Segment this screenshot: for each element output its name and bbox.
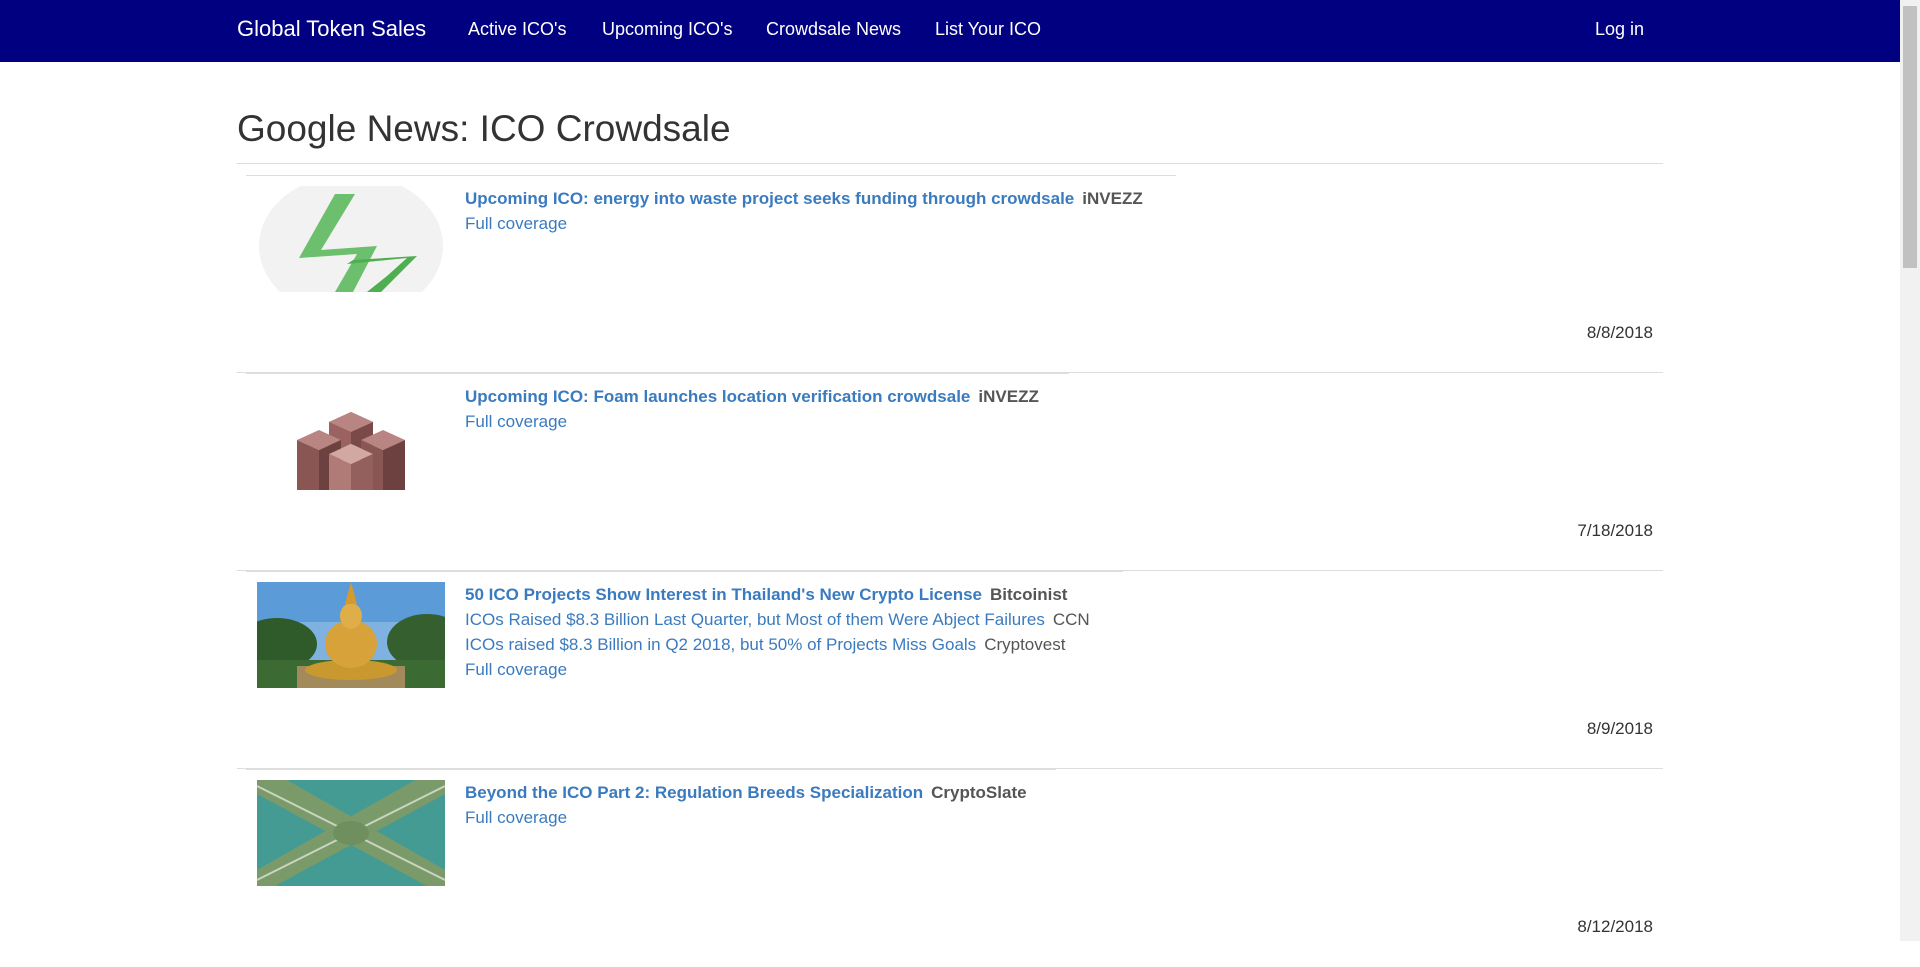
news-text: Beyond the ICO Part 2: Regulation Breeds… [465, 780, 1027, 830]
headline-link[interactable]: Upcoming ICO: energy into waste project … [465, 189, 1074, 208]
page-title: Google News: ICO Crowdsale [237, 108, 731, 149]
news-item: Upcoming ICO: Foam launches location ver… [237, 373, 1663, 571]
card-top-border [246, 571, 1123, 572]
login-link[interactable]: Log in [1595, 19, 1644, 40]
vertical-scrollbar[interactable] [1900, 0, 1920, 941]
scrollbar-thumb[interactable] [1903, 6, 1917, 268]
news-text: Upcoming ICO: energy into waste project … [465, 186, 1143, 236]
headline-link[interactable]: 50 ICO Projects Show Interest in Thailan… [465, 585, 982, 604]
news-thumbnail-copper-cubes[interactable] [257, 384, 445, 490]
nav-upcoming-icos[interactable]: Upcoming ICO's [602, 19, 732, 40]
news-text: Upcoming ICO: Foam launches location ver… [465, 384, 1039, 434]
source-label: Bitcoinist [990, 585, 1068, 604]
title-divider [237, 163, 1663, 164]
full-coverage-link[interactable]: Full coverage [465, 412, 567, 431]
nav-active-icos[interactable]: Active ICO's [468, 19, 566, 40]
full-coverage-link[interactable]: Full coverage [465, 808, 567, 827]
news-item: 50 ICO Projects Show Interest in Thailan… [237, 571, 1663, 769]
news-thumbnail-highway-interchange[interactable] [257, 780, 445, 886]
headline-link[interactable]: Beyond the ICO Part 2: Regulation Breeds… [465, 783, 923, 802]
news-date: 8/8/2018 [1586, 323, 1653, 342]
top-navbar: Global Token Sales Active ICO's Upcoming… [0, 0, 1900, 62]
news-text: 50 ICO Projects Show Interest in Thailan… [465, 582, 1090, 682]
card-top-border [246, 175, 1176, 176]
source-label: iNVEZZ [978, 387, 1039, 406]
news-item: Beyond the ICO Part 2: Regulation Breeds… [237, 769, 1663, 967]
source-label: iNVEZZ [1082, 189, 1143, 208]
full-coverage-link[interactable]: Full coverage [465, 214, 567, 233]
news-date: 7/18/2018 [1577, 521, 1653, 540]
news-thumbnail-green-lightning[interactable] [257, 186, 445, 292]
headline-link[interactable]: Upcoming ICO: Foam launches location ver… [465, 387, 970, 406]
news-thumbnail-golden-buddha[interactable] [257, 582, 445, 688]
news-item: Upcoming ICO: energy into waste project … [237, 175, 1663, 373]
brand-link[interactable]: Global Token Sales [237, 16, 426, 42]
source-label: CryptoSlate [931, 783, 1027, 802]
nav-list-your-ico[interactable]: List Your ICO [935, 19, 1041, 40]
card-top-border [246, 373, 1069, 374]
related-article-link[interactable]: ICOs Raised $8.3 Billion Last Quarter, b… [465, 610, 1045, 629]
news-date: 8/12/2018 [1577, 917, 1653, 936]
card-top-border [246, 769, 1056, 770]
nav-crowdsale-news[interactable]: Crowdsale News [766, 19, 901, 40]
related-source-label: Cryptovest [984, 635, 1066, 654]
related-source-label: CCN [1052, 610, 1090, 629]
related-article-link[interactable]: ICOs raised $8.3 Billion in Q2 2018, but… [465, 635, 976, 654]
news-date: 8/9/2018 [1586, 719, 1653, 738]
full-coverage-link[interactable]: Full coverage [465, 660, 567, 679]
